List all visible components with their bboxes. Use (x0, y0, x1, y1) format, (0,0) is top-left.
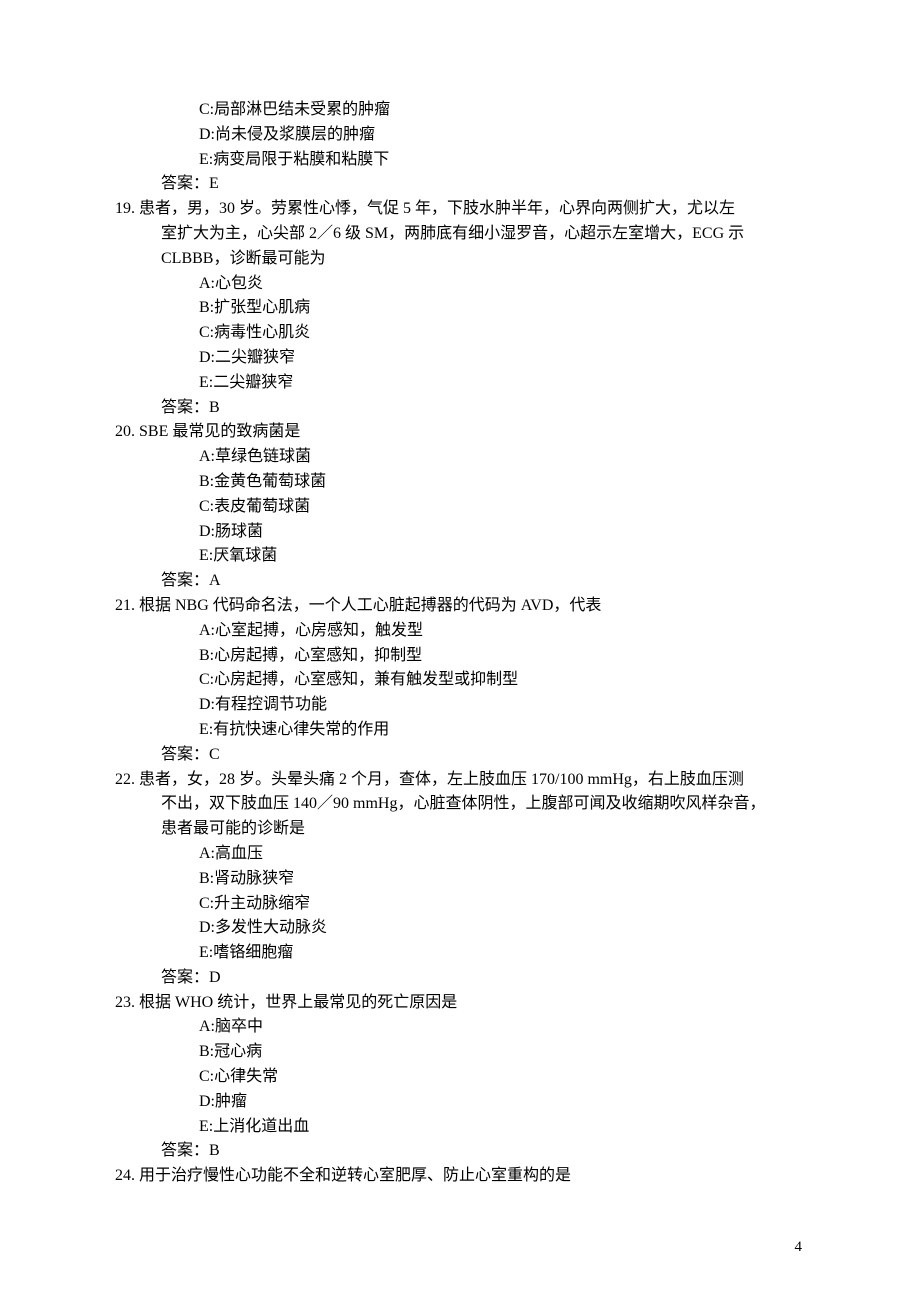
q22-stem-line1: 22. 患者，女，28 岁。头晕头痛 2 个月，查体，左上肢血压 170/100… (115, 768, 805, 793)
q22-option-a: A:高血压 (115, 842, 805, 867)
q22-option-b: B:肾动脉狭窄 (115, 867, 805, 892)
q24-number: 24. (115, 1167, 135, 1184)
q20-answer: 答案：A (115, 569, 805, 594)
q21-option-a: A:心室起搏，心房感知，触发型 (115, 619, 805, 644)
q20-number: 20. (115, 423, 135, 440)
q19-option-c: C:病毒性心肌炎 (115, 321, 805, 346)
q22-answer: 答案：D (115, 966, 805, 991)
q18-option-c: C:局部淋巴结未受累的肿瘤 (115, 98, 805, 123)
q21-stem-text1: 根据 NBG 代码命名法，一个人工心脏起搏器的代码为 AVD，代表 (139, 597, 601, 614)
page-number: 4 (795, 1239, 803, 1256)
q19-stem-line3: CLBBB，诊断最可能为 (115, 247, 805, 272)
q23-option-c: C:心律失常 (115, 1065, 805, 1090)
q23-number: 23. (115, 994, 135, 1011)
q20-option-c: C:表皮葡萄球菌 (115, 495, 805, 520)
q19-stem-text1: 患者，男，30 岁。劳累性心悸，气促 5 年，下肢水肿半年，心界向两侧扩大，尤以… (139, 200, 735, 217)
q23-option-a: A:脑卒中 (115, 1015, 805, 1040)
q23-stem-text1: 根据 WHO 统计，世界上最常见的死亡原因是 (139, 994, 457, 1011)
q21-stem-line1: 21. 根据 NBG 代码命名法，一个人工心脏起搏器的代码为 AVD，代表 (115, 594, 805, 619)
q20-stem-line1: 20. SBE 最常见的致病菌是 (115, 420, 805, 445)
q21-option-b: B:心房起搏，心室感知，抑制型 (115, 644, 805, 669)
q23-option-b: B:冠心病 (115, 1040, 805, 1065)
q19-stem-line2: 室扩大为主，心尖部 2／6 级 SM，两肺底有细小湿罗音，心超示左室增大，ECG… (115, 222, 805, 247)
q19-answer: 答案：B (115, 396, 805, 421)
q19-number: 19. (115, 200, 135, 217)
q20-option-b: B:金黄色葡萄球菌 (115, 470, 805, 495)
q18-option-e: E:病变局限于粘膜和粘膜下 (115, 148, 805, 173)
q23-option-e: E:上消化道出血 (115, 1115, 805, 1140)
q24-stem-text1: 用于治疗慢性心功能不全和逆转心室肥厚、防止心室重构的是 (139, 1167, 571, 1184)
q18-answer: 答案：E (115, 172, 805, 197)
q21-option-c: C:心房起搏，心室感知，兼有触发型或抑制型 (115, 668, 805, 693)
q21-option-e: E:有抗快速心律失常的作用 (115, 718, 805, 743)
q22-stem-text1: 患者，女，28 岁。头晕头痛 2 个月，查体，左上肢血压 170/100 mmH… (139, 771, 744, 788)
q22-stem-line3: 患者最可能的诊断是 (115, 817, 805, 842)
q20-stem-text1: SBE 最常见的致病菌是 (139, 423, 300, 440)
q20-option-a: A:草绿色链球菌 (115, 445, 805, 470)
q20-option-e: E:厌氧球菌 (115, 544, 805, 569)
q21-number: 21. (115, 597, 135, 614)
q20-option-d: D:肠球菌 (115, 520, 805, 545)
q22-number: 22. (115, 771, 135, 788)
q23-answer: 答案：B (115, 1139, 805, 1164)
q22-stem-line2: 不出，双下肢血压 140／90 mmHg，心脏查体阴性，上腹部可闻及收缩期吹风样… (115, 792, 805, 817)
q19-option-d: D:二尖瓣狭窄 (115, 346, 805, 371)
page-content: C:局部淋巴结未受累的肿瘤 D:尚未侵及浆膜层的肿瘤 E:病变局限于粘膜和粘膜下… (0, 0, 920, 1189)
q23-option-d: D:肿瘤 (115, 1090, 805, 1115)
q22-option-d: D:多发性大动脉炎 (115, 916, 805, 941)
q19-option-a: A:心包炎 (115, 272, 805, 297)
q22-option-e: E:嗜铬细胞瘤 (115, 941, 805, 966)
q23-stem-line1: 23. 根据 WHO 统计，世界上最常见的死亡原因是 (115, 991, 805, 1016)
q22-option-c: C:升主动脉缩窄 (115, 892, 805, 917)
q21-answer: 答案：C (115, 743, 805, 768)
q19-option-b: B:扩张型心肌病 (115, 296, 805, 321)
q19-option-e: E:二尖瓣狭窄 (115, 371, 805, 396)
q24-stem-line1: 24. 用于治疗慢性心功能不全和逆转心室肥厚、防止心室重构的是 (115, 1164, 805, 1189)
q19-stem-line1: 19. 患者，男，30 岁。劳累性心悸，气促 5 年，下肢水肿半年，心界向两侧扩… (115, 197, 805, 222)
q18-option-d: D:尚未侵及浆膜层的肿瘤 (115, 123, 805, 148)
q21-option-d: D:有程控调节功能 (115, 693, 805, 718)
